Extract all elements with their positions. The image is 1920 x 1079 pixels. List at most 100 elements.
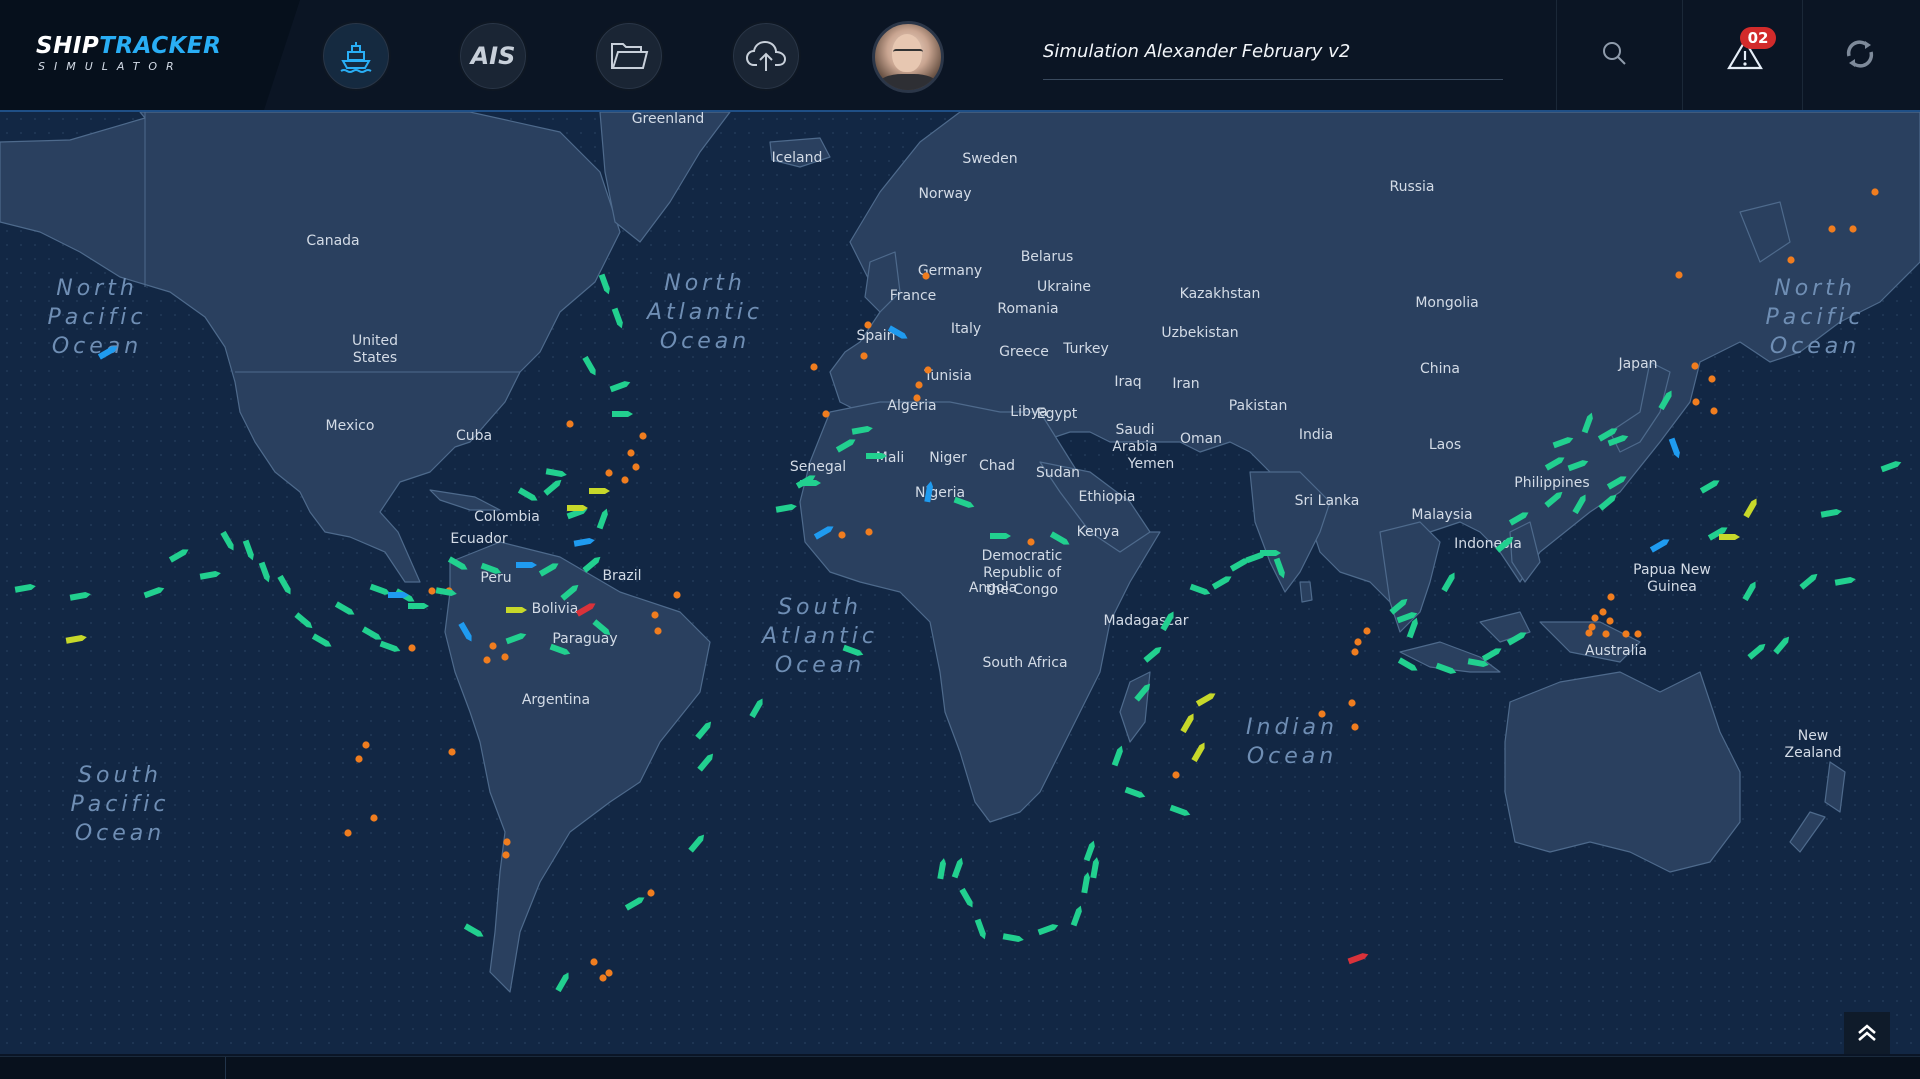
vessel-marker-green[interactable] — [1143, 645, 1163, 663]
port-marker[interactable] — [864, 321, 872, 329]
vessel-marker-green[interactable] — [1481, 646, 1503, 662]
port-marker[interactable] — [913, 394, 921, 402]
port-marker[interactable] — [673, 591, 681, 599]
vessel-marker-green[interactable] — [1699, 478, 1721, 494]
port-marker[interactable] — [1871, 188, 1879, 196]
port-marker[interactable] — [1622, 630, 1630, 638]
port-marker[interactable] — [1348, 699, 1356, 707]
vessel-marker-blue[interactable] — [1668, 437, 1682, 460]
port-marker[interactable] — [1588, 623, 1596, 631]
vessel-marker-green[interactable] — [951, 857, 965, 879]
world-map[interactable]: North Pacific Ocean North Pacific Ocean Nort… — [0, 112, 1920, 1054]
port-marker[interactable] — [865, 528, 873, 536]
vessel-marker-yellow[interactable] — [1719, 534, 1740, 540]
vessel-marker-green[interactable] — [611, 307, 625, 330]
vessel-marker-red[interactable] — [1347, 951, 1370, 965]
sync-button[interactable] — [1840, 34, 1880, 74]
vessel-marker-green[interactable] — [749, 697, 765, 719]
vessel-marker-green[interactable] — [361, 626, 383, 642]
vessel-marker-green[interactable] — [1742, 580, 1758, 602]
user-avatar[interactable] — [872, 21, 944, 93]
vessel-marker-green[interactable] — [1083, 840, 1097, 862]
vessel-marker-green[interactable] — [277, 574, 293, 596]
port-marker[interactable] — [810, 363, 818, 371]
vessel-marker-green[interactable] — [1747, 642, 1767, 660]
vessel-marker-green[interactable] — [1081, 872, 1091, 894]
port-marker[interactable] — [1602, 630, 1610, 638]
vessel-marker-yellow[interactable] — [1195, 691, 1217, 707]
port-marker[interactable] — [924, 366, 932, 374]
vessel-marker-green[interactable] — [1090, 857, 1100, 879]
folder-nav-button[interactable] — [594, 21, 664, 91]
vessel-marker-yellow[interactable] — [65, 634, 88, 644]
vessel-marker-green[interactable] — [14, 583, 37, 593]
vessel-marker-green[interactable] — [1820, 508, 1843, 518]
port-marker[interactable] — [1606, 617, 1614, 625]
vessel-marker-green[interactable] — [775, 503, 798, 513]
vessel-marker-green[interactable] — [1169, 804, 1192, 818]
scroll-up-button[interactable] — [1844, 1012, 1890, 1054]
port-marker[interactable] — [605, 969, 613, 977]
port-marker[interactable] — [1351, 723, 1359, 731]
vessel-marker-green[interactable] — [555, 971, 571, 993]
port-marker[interactable] — [1354, 638, 1362, 646]
vessel-marker-green[interactable] — [598, 273, 612, 296]
search-button[interactable] — [1595, 34, 1635, 74]
port-marker[interactable] — [370, 814, 378, 822]
vessel-marker-green[interactable] — [688, 833, 706, 853]
port-marker[interactable] — [621, 476, 629, 484]
vessel-marker-green[interactable] — [463, 923, 485, 939]
vessel-marker-yellow[interactable] — [1191, 741, 1207, 763]
port-marker[interactable] — [1691, 362, 1699, 370]
vessel-marker-green[interactable] — [1037, 922, 1060, 936]
port-marker[interactable] — [1599, 608, 1607, 616]
vessel-marker-green[interactable] — [1002, 933, 1025, 943]
port-marker[interactable] — [483, 656, 491, 664]
vessel-marker-green[interactable] — [1773, 635, 1791, 655]
port-marker[interactable] — [922, 272, 930, 280]
port-marker[interactable] — [1708, 375, 1716, 383]
vessel-marker-green[interactable] — [69, 591, 92, 601]
port-marker[interactable] — [408, 644, 416, 652]
port-marker[interactable] — [501, 653, 509, 661]
port-marker[interactable] — [1710, 407, 1718, 415]
port-marker[interactable] — [1692, 398, 1700, 406]
port-marker[interactable] — [838, 531, 846, 539]
vessel-marker-green[interactable] — [1441, 571, 1457, 593]
vessel-marker-blue[interactable] — [573, 537, 596, 547]
vessel-marker-green[interactable] — [609, 379, 632, 393]
vessel-marker-green[interactable] — [408, 603, 429, 609]
port-marker[interactable] — [344, 829, 352, 837]
port-marker[interactable] — [915, 381, 923, 389]
vessel-marker-green[interactable] — [294, 612, 314, 630]
vessel-marker-green[interactable] — [1799, 572, 1819, 590]
port-marker[interactable] — [639, 432, 647, 440]
port-marker[interactable] — [599, 974, 607, 982]
port-marker[interactable] — [1363, 627, 1371, 635]
port-marker[interactable] — [1607, 593, 1615, 601]
port-marker[interactable] — [605, 469, 613, 477]
vessel-marker-green[interactable] — [220, 530, 236, 552]
world-map-canvas[interactable]: North Pacific Ocean North Pacific Ocean Nort… — [0, 112, 1920, 1054]
port-marker[interactable] — [355, 755, 363, 763]
vessel-marker-green[interactable] — [1189, 583, 1212, 597]
port-marker[interactable] — [647, 889, 655, 897]
vessel-marker-green[interactable] — [937, 858, 947, 880]
vessel-marker-yellow[interactable] — [1180, 712, 1196, 734]
vessel-marker-blue[interactable] — [1649, 537, 1671, 553]
port-marker[interactable] — [1675, 271, 1683, 279]
port-marker[interactable] — [1172, 771, 1180, 779]
vessel-marker-green[interactable] — [311, 633, 333, 649]
port-marker[interactable] — [489, 642, 497, 650]
port-marker[interactable] — [651, 611, 659, 619]
port-marker[interactable] — [1351, 648, 1359, 656]
vessel-marker-green[interactable] — [1111, 745, 1125, 767]
port-marker[interactable] — [1828, 225, 1836, 233]
vessel-marker-green[interactable] — [168, 547, 190, 563]
cloud-upload-nav-button[interactable] — [731, 21, 801, 91]
port-marker[interactable] — [1591, 614, 1599, 622]
port-marker[interactable] — [503, 838, 511, 846]
vessel-marker-green[interactable] — [582, 555, 602, 573]
port-marker[interactable] — [590, 958, 598, 966]
app-logo[interactable]: SHIPTRACKER SIMULATOR — [36, 34, 221, 73]
